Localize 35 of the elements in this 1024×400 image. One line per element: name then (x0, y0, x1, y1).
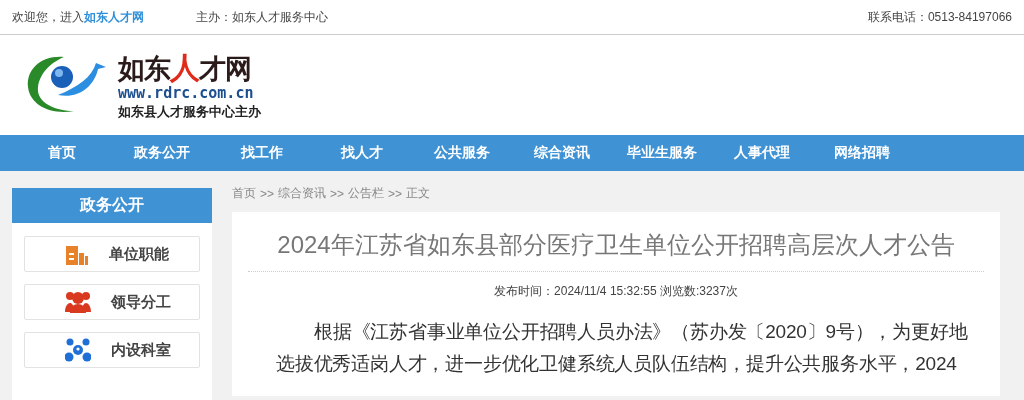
phone-text: 联系电话：0513-84197066 (867, 8, 1012, 26)
nav-item[interactable]: 首页 (12, 144, 112, 162)
breadcrumb-separator: >> (388, 186, 403, 201)
logo-subtitle: 如东县人才服务中心主办 (118, 104, 261, 118)
breadcrumb-link[interactable]: 正文 (406, 185, 431, 202)
welcome-text: 欢迎您，进入 (12, 8, 84, 26)
breadcrumb-link[interactable]: 公告栏 (348, 185, 385, 202)
breadcrumb-separator: >> (330, 186, 345, 201)
article-body: 根据《江苏省事业单位公开招聘人员办法》（苏办发〔2020〕9号），为更好地选拔优秀适岗人才，进一步优化卫健系统人员队伍结构，提升公共服务水平，2024 (276, 320, 969, 376)
logo-title-part: 如东 (118, 53, 170, 84)
sidebar-item[interactable]: 单位职能 (24, 236, 200, 272)
sidebar-item-label: 单位职能 (109, 244, 169, 264)
nav-item[interactable]: 毕业生服务 (612, 144, 712, 162)
logo-title-part: 才网 (199, 53, 251, 84)
nav-item[interactable]: 网络招聘 (812, 144, 912, 162)
host-text: 主办：如东人才服务中心 (196, 8, 328, 26)
breadcrumb-link[interactable]: 综合资讯 (278, 185, 326, 202)
nav-item[interactable]: 公共服务 (412, 144, 512, 162)
logo-url: www.rdrc.com.cn (118, 85, 255, 101)
sidebar-item-label: 内设科室 (111, 340, 171, 360)
sidebar-item-label: 领导分工 (111, 292, 171, 312)
breadcrumb-separator: >> (260, 186, 274, 201)
nav-item[interactable]: 人事代理 (712, 144, 812, 162)
sidebar-title: 政务公开 (12, 188, 212, 223)
site-link[interactable]: 如东人才网 (84, 8, 144, 26)
logo-title-part: 人 (170, 50, 199, 84)
article-title: 2024年江苏省如东县部分医疗卫生单位公开招聘高层次人才公告 (248, 226, 984, 272)
sidebar-item[interactable]: 领导分工 (24, 284, 200, 320)
sidebar-item[interactable]: 内设科室 (24, 332, 200, 368)
nav-item[interactable]: 找人才 (312, 144, 412, 162)
breadcrumb-link[interactable]: 首页 (232, 185, 256, 202)
nav-item[interactable]: 综合资讯 (512, 144, 612, 162)
nav-item[interactable]: 找工作 (212, 144, 312, 162)
article-meta: 发布时间：2024/11/4 15:32:55 浏览数:3237次 (493, 283, 739, 300)
nav-item[interactable]: 政务公开 (112, 144, 212, 162)
